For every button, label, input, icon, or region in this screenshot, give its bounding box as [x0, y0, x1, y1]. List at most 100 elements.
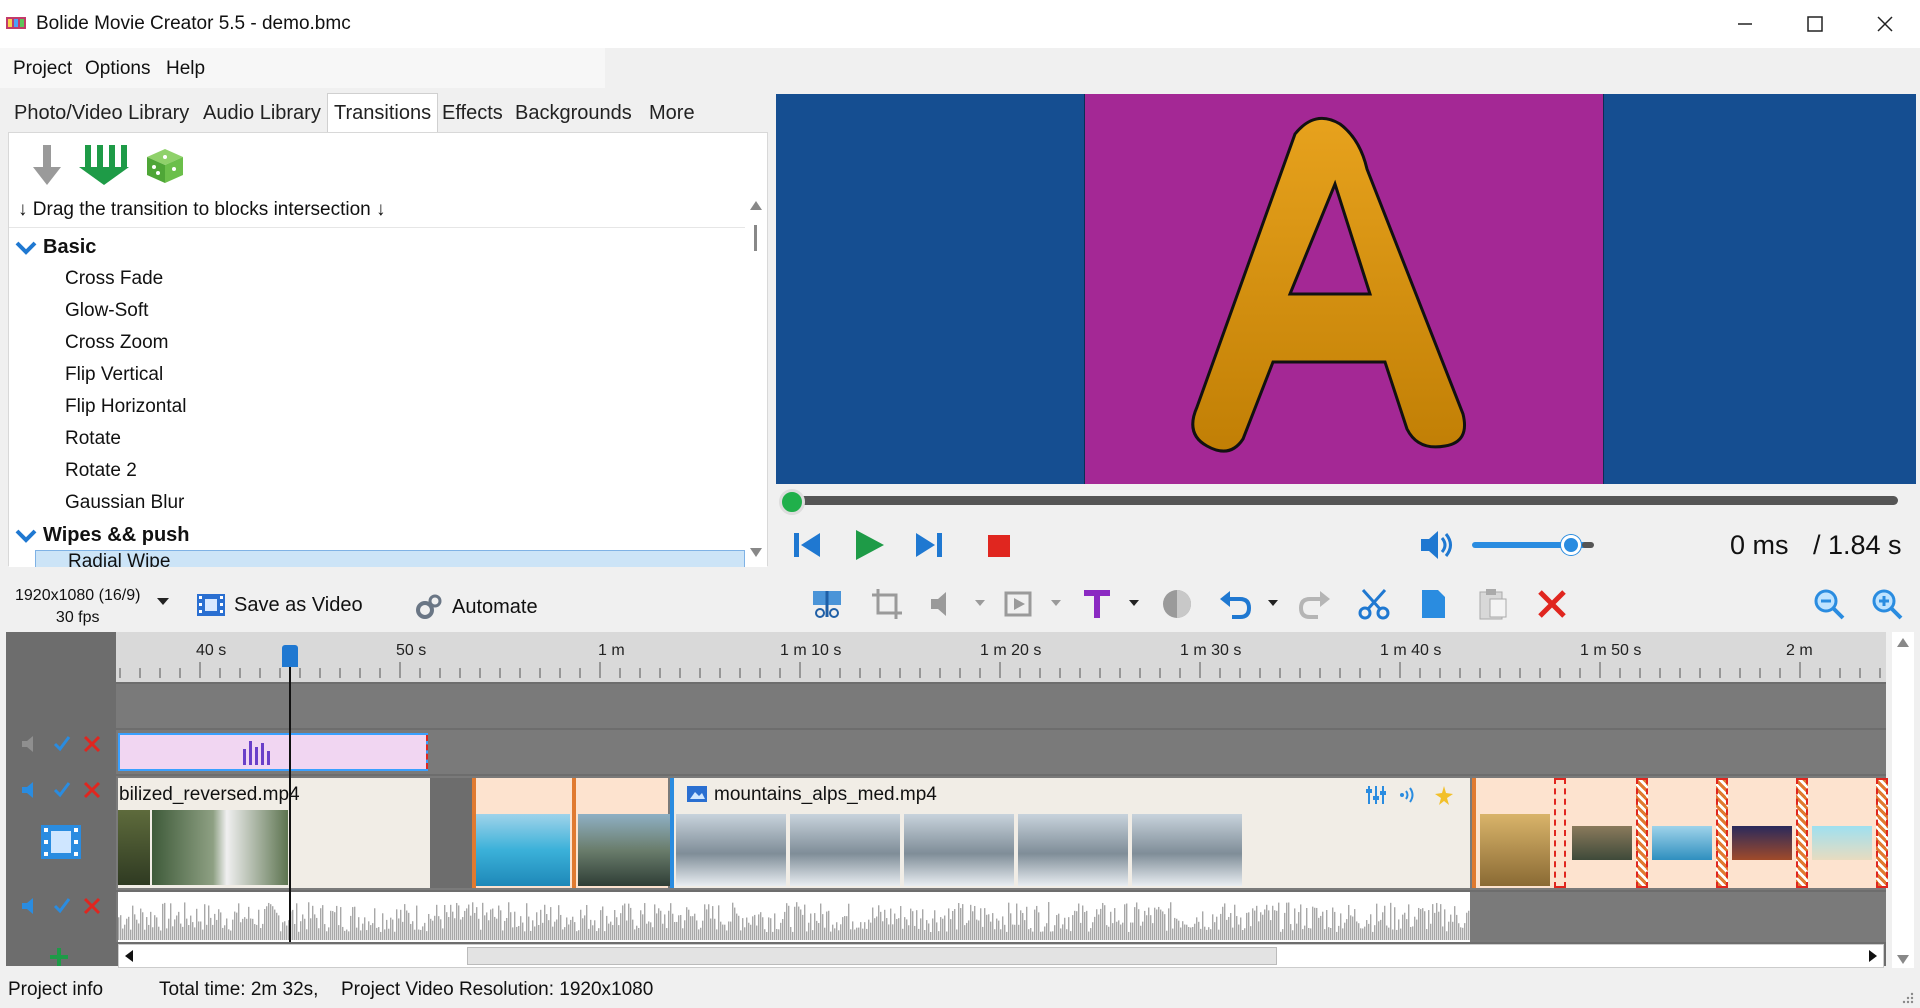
cut-icon[interactable]: [1357, 587, 1391, 621]
previous-frame-icon[interactable]: [790, 527, 826, 563]
group-wipes-push[interactable]: Wipes && push: [15, 524, 190, 547]
timeline-vertical-scrollbar[interactable]: [1892, 632, 1914, 968]
audio-waves-icon[interactable]: [1398, 784, 1422, 806]
transition-item[interactable]: Flip Vertical: [65, 364, 163, 386]
tab-audio-library[interactable]: Audio Library: [203, 102, 321, 125]
playback-progress-track[interactable]: [790, 496, 1898, 505]
video-clip[interactable]: [1472, 778, 1888, 888]
paste-icon[interactable]: [1476, 587, 1510, 621]
video-effects-icon[interactable]: [1003, 587, 1037, 621]
mask-icon[interactable]: [1160, 587, 1194, 621]
scroll-down-arrow-icon[interactable]: [1897, 955, 1909, 964]
menu-help[interactable]: Help: [166, 58, 205, 80]
video-clip[interactable]: mountains_alps_med.mp4: [670, 778, 1470, 888]
redo-icon[interactable]: [1298, 587, 1332, 621]
speaker-icon[interactable]: [20, 780, 42, 800]
transition-item[interactable]: Cross Zoom: [65, 332, 168, 354]
tab-transitions[interactable]: Transitions: [327, 93, 439, 133]
transition-item[interactable]: Gaussian Blur: [65, 492, 184, 514]
zoom-in-icon[interactable]: [1870, 587, 1904, 621]
transition-item-selected[interactable]: Radial Wipe: [35, 550, 745, 567]
resize-grip-icon[interactable]: [1900, 990, 1914, 1004]
remove-track-icon[interactable]: [82, 734, 102, 754]
minimize-button[interactable]: [1710, 0, 1780, 48]
audio-clip[interactable]: [118, 733, 428, 771]
resolution-dropdown-icon[interactable]: [157, 598, 169, 605]
audio-waveform[interactable]: [118, 892, 1470, 942]
audio-dropdown-icon[interactable]: [975, 600, 985, 606]
project-info-link[interactable]: Project info: [8, 979, 103, 1001]
next-frame-icon[interactable]: [910, 527, 946, 563]
transition-item[interactable]: Cross Fade: [65, 268, 163, 290]
chevron-down-icon[interactable]: [15, 528, 37, 544]
current-time: 0 ms: [1730, 530, 1789, 560]
transitions-scrollbar[interactable]: [745, 195, 767, 567]
remove-track-icon[interactable]: [82, 780, 102, 800]
apply-down-arrow-icon[interactable]: [31, 143, 63, 187]
adjust-sliders-icon[interactable]: [1364, 784, 1388, 806]
volume-slider-knob[interactable]: [1561, 535, 1581, 555]
gears-icon: [416, 594, 442, 619]
speaker-icon[interactable]: [20, 896, 42, 916]
scroll-right-arrow-icon[interactable]: [1869, 950, 1877, 962]
tab-more[interactable]: More: [649, 102, 695, 125]
text-tool-icon[interactable]: [1080, 587, 1114, 621]
playback-progress-knob[interactable]: [779, 489, 805, 515]
tab-effects[interactable]: Effects: [442, 102, 503, 125]
copy-icon[interactable]: [1416, 587, 1450, 621]
split-clip-icon[interactable]: [810, 587, 844, 621]
resolution-selector[interactable]: 1920x1080 (16/9) 30 fps: [15, 585, 140, 629]
magic-effect-icon[interactable]: [1432, 784, 1456, 806]
save-as-video-button[interactable]: Save as Video: [196, 592, 363, 618]
preview-clip: [1084, 94, 1604, 484]
timeline-horizontal-scrollbar[interactable]: [118, 944, 1884, 968]
automate-button[interactable]: Automate: [414, 592, 538, 622]
tab-photo-video-library[interactable]: Photo/Video Library: [14, 102, 189, 125]
tab-backgrounds[interactable]: Backgrounds: [515, 102, 632, 125]
video-clip[interactable]: [472, 778, 670, 888]
transition-item[interactable]: Rotate 2: [65, 460, 137, 482]
playhead-handle[interactable]: [282, 645, 298, 667]
undo-icon[interactable]: [1218, 587, 1252, 621]
video-clip[interactable]: bilized_reversed.mp4: [118, 778, 430, 888]
maximize-button[interactable]: [1780, 0, 1850, 48]
transition-item[interactable]: Rotate: [65, 428, 121, 450]
edit-check-icon[interactable]: [52, 896, 72, 916]
scroll-up-arrow-icon[interactable]: [1897, 638, 1909, 647]
volume-icon[interactable]: [1418, 527, 1454, 563]
total-time-status: Total time: 2m 32s,: [159, 979, 319, 1000]
delete-icon[interactable]: [1535, 587, 1569, 621]
menu-options[interactable]: Options: [85, 58, 150, 80]
speaker-icon[interactable]: [20, 734, 42, 754]
stop-icon[interactable]: [980, 527, 1016, 563]
text-dropdown-icon[interactable]: [1129, 600, 1139, 606]
timeline-ruler[interactable]: 40 s 50 s 1 m 1 m 10 s 1 m 20 s 1 m 30 s…: [116, 632, 1886, 682]
empty-track[interactable]: [116, 684, 1886, 728]
video-dropdown-icon[interactable]: [1051, 600, 1061, 606]
zoom-out-icon[interactable]: [1812, 587, 1846, 621]
add-track-icon[interactable]: [48, 946, 70, 968]
crop-icon[interactable]: [870, 587, 904, 621]
apply-all-arrows-icon[interactable]: [79, 143, 129, 187]
remove-track-icon[interactable]: [82, 896, 102, 916]
transition-marker: [1636, 778, 1648, 888]
edit-check-icon[interactable]: [52, 734, 72, 754]
scroll-thumb[interactable]: [754, 225, 757, 251]
horizontal-scroll-thumb[interactable]: [467, 947, 1277, 965]
audio-mute-icon[interactable]: [928, 587, 962, 621]
transition-item[interactable]: Flip Horizontal: [65, 396, 186, 418]
undo-dropdown-icon[interactable]: [1268, 600, 1278, 606]
play-icon[interactable]: [850, 527, 886, 563]
ruler-label: 1 m 20 s: [980, 642, 1042, 659]
clip-thumbnail: [1572, 826, 1632, 860]
chevron-down-icon[interactable]: [15, 240, 37, 256]
group-basic[interactable]: Basic: [15, 236, 96, 259]
menu-project[interactable]: Project: [13, 58, 72, 80]
transition-item[interactable]: Glow-Soft: [65, 300, 148, 322]
close-button[interactable]: [1850, 0, 1920, 48]
edit-check-icon[interactable]: [52, 780, 72, 800]
scroll-down-arrow-icon[interactable]: [750, 548, 762, 557]
random-dice-icon[interactable]: [145, 147, 185, 185]
scroll-left-arrow-icon[interactable]: [125, 950, 133, 962]
scroll-up-arrow-icon[interactable]: [750, 201, 762, 210]
